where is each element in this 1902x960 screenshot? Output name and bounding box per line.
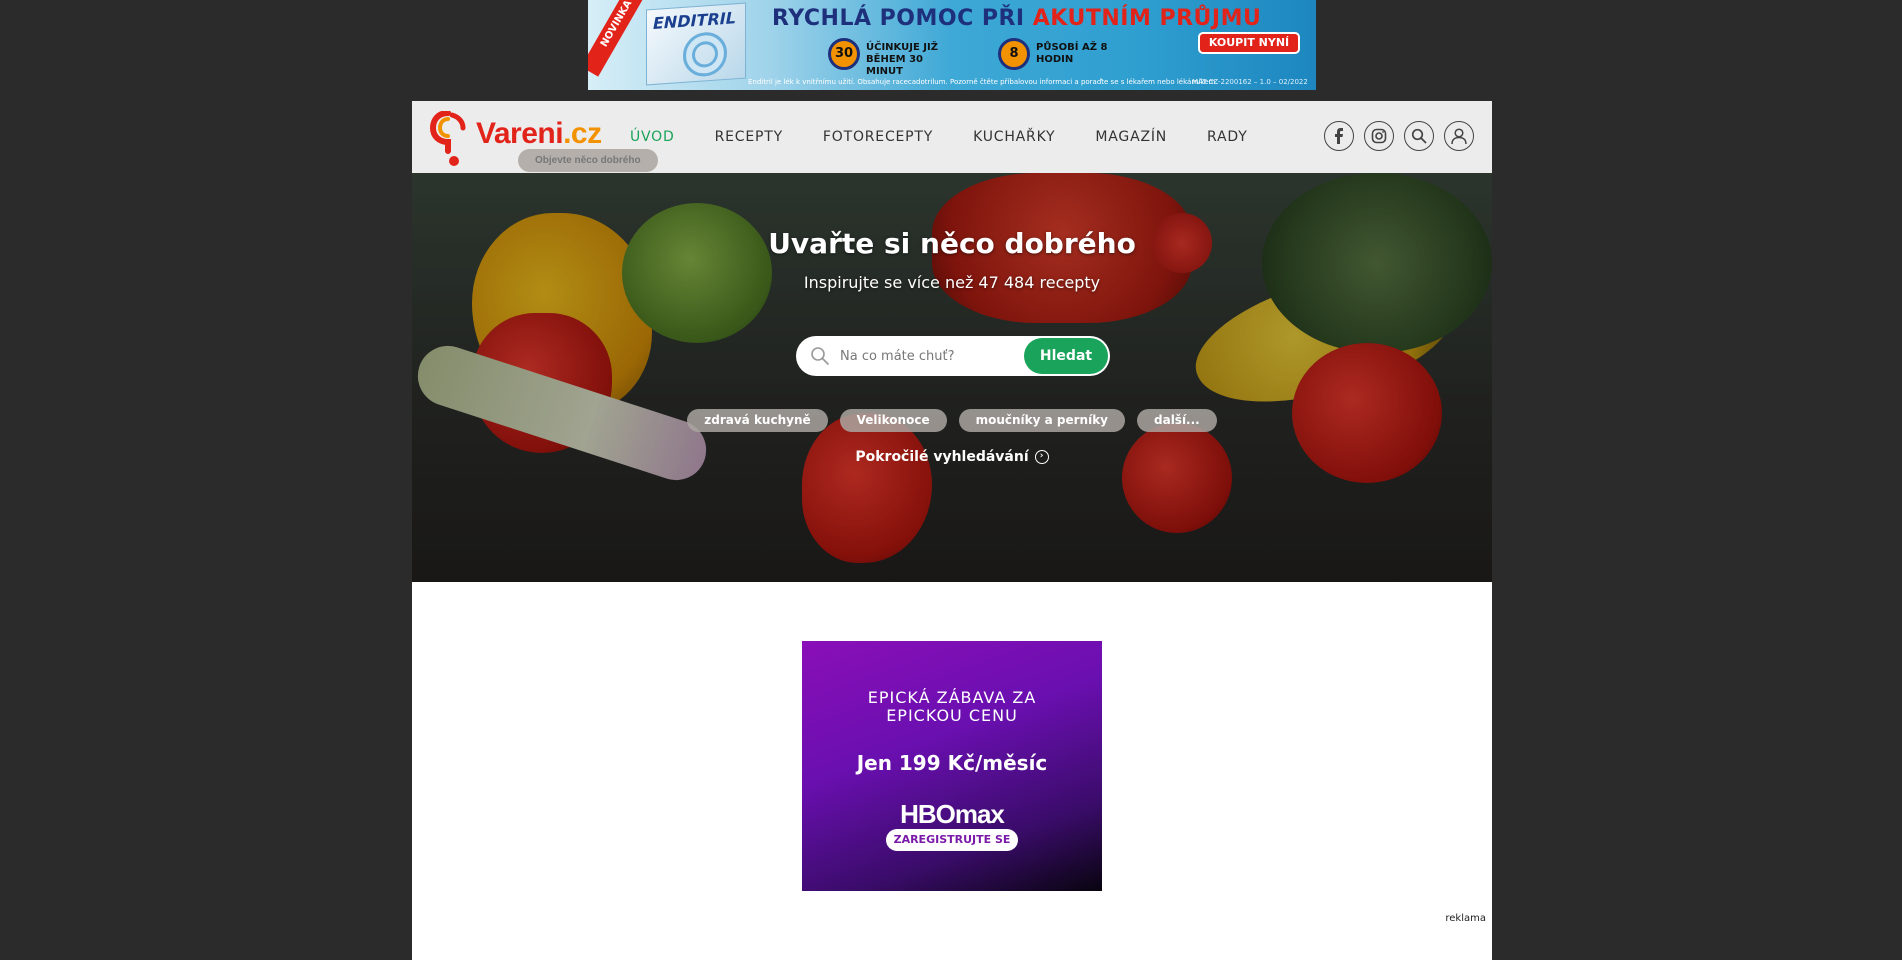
ad-badge-8: 8 (998, 38, 1030, 70)
hbo-ad-price: Jen 199 Kč/měsíc (856, 751, 1048, 775)
hero-content: Uvařte si něco dobrého Inspirujte se víc… (412, 173, 1492, 582)
hbo-register-button[interactable]: ZAREGISTRUJTE SE (886, 829, 1018, 851)
site-logo[interactable]: Vareni.cz Objevte něco dobrého (430, 111, 658, 172)
ad-badge-30: 30 (828, 38, 860, 70)
nav-item-magazin[interactable]: MAGAZÍN (1095, 129, 1167, 145)
hbo-max-logo: HBOmax (900, 799, 1005, 829)
advanced-search-link[interactable]: Pokročilé vyhledávání › (412, 449, 1492, 465)
search-input[interactable] (840, 345, 1020, 367)
nav-item-rady[interactable]: RADY (1207, 129, 1248, 145)
top-banner-ad[interactable]: NOVINKA ENDITRIL RYCHLÁ POMOC PŘI AKUTNÍ… (588, 0, 1316, 90)
chevron-right-icon: › (1034, 450, 1049, 464)
ad-ribbon: NOVINKA (588, 0, 654, 77)
ad-product-graphic (683, 30, 727, 78)
hero-title: Uvařte si něco dobrého (768, 227, 1136, 260)
ad-product-box: ENDITRIL (646, 2, 746, 86)
hero-subtitle: Inspirujte se více než 47 484 recepty (803, 273, 1101, 292)
search-field-icon (811, 347, 829, 365)
ad-badge-30-text: ÚČINKUJE JIŽ BĚHEM 30 MINUT (866, 42, 938, 77)
header-icon-group (1324, 121, 1474, 151)
nav-item-kucharky[interactable]: KUCHAŘKY (973, 129, 1055, 145)
page-container: Vareni.cz Objevte něco dobrého ÚVOD RECE… (412, 101, 1492, 960)
tag-zdrava-kuchyne[interactable]: zdravá kuchyně (687, 409, 828, 432)
ad-label: reklama (1445, 913, 1486, 924)
nav-item-fotorecepty[interactable]: FOTORECEPTY (823, 129, 933, 145)
user-icon[interactable] (1444, 121, 1474, 151)
tag-velikonoce[interactable]: Velikonoce (839, 409, 947, 432)
hero-search-bar: Hledat (796, 336, 1110, 376)
instagram-icon[interactable] (1364, 121, 1394, 151)
site-header: Vareni.cz Objevte něco dobrého ÚVOD RECE… (412, 101, 1492, 173)
main-nav: ÚVOD RECEPTY FOTORECEPTY KUCHAŘKY MAGAZÍ… (630, 101, 1288, 173)
nav-item-uvod[interactable]: ÚVOD (630, 129, 675, 145)
tag-dalsi[interactable]: další... (1137, 409, 1217, 432)
logo-mark-icon (430, 111, 466, 166)
search-icon[interactable] (1404, 121, 1434, 151)
search-submit-button[interactable]: Hledat (1024, 338, 1108, 374)
ad-code: MAT-CZ-2200162 – 1.0 – 02/2022 (1192, 78, 1308, 86)
facebook-icon[interactable] (1324, 121, 1354, 151)
hbo-ad-headline: EPICKÁ ZÁBAVA ZA EPICKOU CENU (867, 688, 1037, 725)
advanced-search-label: Pokročilé vyhledávání (855, 449, 1029, 465)
hbo-max-ad[interactable]: EPICKÁ ZÁBAVA ZA EPICKOU CENU Jen 199 Kč/… (802, 641, 1102, 891)
tag-list: zdravá kuchyně Velikonoce moučníky a per… (412, 409, 1492, 432)
ad-disclaimer: Enditril je lék k vnitřnímu užití. Obsah… (748, 78, 1218, 86)
ad-brand: ENDITRIL (653, 8, 736, 34)
logo-wordmark: Vareni.cz (476, 117, 602, 150)
tag-moucniky-a-perniky[interactable]: moučníky a perníky (958, 409, 1125, 432)
ad-badge-8-text: PŮSOBÍ AŽ 8 HODIN (1036, 42, 1108, 65)
ad-buy-button[interactable]: KOUPIT NYNÍ (1198, 32, 1300, 54)
ad-headline: RYCHLÁ POMOC PŘI AKUTNÍM PRŮJMU (772, 6, 1262, 31)
hero-banner: Uvařte si něco dobrého Inspirujte se víc… (412, 173, 1492, 582)
nav-item-recepty[interactable]: RECEPTY (715, 129, 783, 145)
